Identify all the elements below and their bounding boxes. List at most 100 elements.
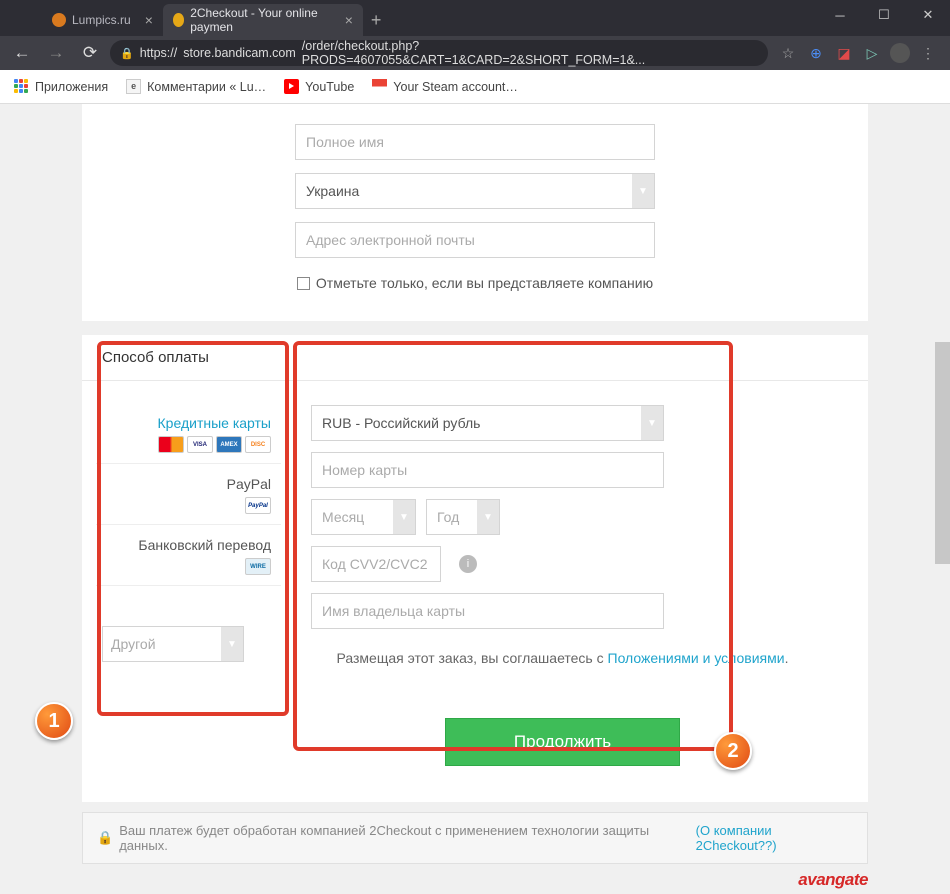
card-brand-icons: VISA AMEX DISC [106,436,271,453]
placeholder-text: Номер карты [322,462,407,478]
scrollbar-thumb[interactable] [935,342,950,564]
close-icon[interactable]: × [145,12,153,28]
tab-lumpics[interactable]: Lumpics.ru × [42,4,163,36]
tab-2checkout[interactable]: 2Checkout - Your online paymen × [163,4,363,36]
url-path: /order/checkout.php?PRODS=4607055&CART=1… [302,39,758,67]
bookmark-label: Комментарии « Lu… [147,80,266,94]
tab-title: Lumpics.ru [72,13,131,27]
scrollbar[interactable] [935,104,950,894]
placeholder-text: Имя владельца карты [322,603,465,619]
footer-notice: 🔒 Ваш платеж будет обработан компанией 2… [82,812,868,864]
fullname-input[interactable]: Полное имя [295,124,655,160]
chevron-down-icon: ▼ [393,500,415,534]
bookmark-steam[interactable]: Your Steam account… [372,79,518,94]
method-label: Кредитные карты [106,415,271,431]
method-paypal[interactable]: PayPal PayPal [96,464,281,525]
new-tab-button[interactable]: + [371,4,382,36]
card-number-input[interactable]: Номер карты [311,452,664,488]
currency-select[interactable]: RUB - Российский рубль ▼ [311,405,664,441]
placeholder-text: Год [437,509,459,525]
placeholder-text: Код CVV2/CVC2 [322,556,428,572]
company-checkbox-row[interactable]: Отметьте только, если вы представляете к… [297,275,653,291]
bookmark-youtube[interactable]: YouTube [284,79,354,94]
url-host: store.bandicam.com [183,46,296,60]
bookmark-comments[interactable]: e Комментарии « Lu… [126,79,266,94]
placeholder-text: Месяц [322,509,364,525]
placeholder-text: Адрес электронной почты [306,232,475,248]
window-controls: ─ ☐ ✕ [818,0,950,30]
adblock-icon[interactable]: ◪ [834,43,854,63]
payment-methods-list: Кредитные карты VISA AMEX DISC PayPal Pa… [96,395,281,786]
cardholder-input[interactable]: Имя владельца карты [311,593,664,629]
brand-logo: avangate [20,864,930,894]
expiry-month-select[interactable]: Месяц ▼ [311,499,416,535]
extension-icon[interactable]: ⊕ [806,43,826,63]
visa-icon: VISA [187,436,213,453]
payment-block: Способ оплаты Кредитные карты VISA AMEX … [82,335,868,802]
method-wire[interactable]: Банковский перевод WIRE [96,525,281,586]
cvv-input[interactable]: Код CVV2/CVC2 [311,546,441,582]
footer-text: Ваш платеж будет обработан компанией 2Ch… [119,823,689,853]
payment-body: Кредитные карты VISA AMEX DISC PayPal Pa… [82,381,868,800]
bookmark-label: YouTube [305,80,354,94]
paypal-icon: PayPal [245,497,271,514]
site-icon: e [126,79,141,94]
select-value: Украина [306,183,359,199]
minimize-button[interactable]: ─ [818,0,862,30]
payment-section-title: Способ оплаты [82,335,868,381]
reload-button[interactable]: ⟳ [76,43,104,63]
tab-strip: Lumpics.ru × 2Checkout - Your online pay… [0,0,950,36]
back-button[interactable]: ← [8,43,36,63]
about-link[interactable]: (О компании 2Checkout??) [696,823,853,853]
discover-icon: DISC [245,436,271,453]
maximize-button[interactable]: ☐ [862,0,906,30]
forward-button: → [42,43,70,63]
email-input[interactable]: Адрес электронной почты [295,222,655,258]
button-label: Продолжить [514,732,611,752]
bookmark-label: Приложения [35,80,108,94]
gmail-icon [372,79,387,94]
wire-icon: WIRE [245,558,271,575]
chevron-down-icon: ▼ [632,174,654,208]
terms-link[interactable]: Положениями и условиями [608,650,785,666]
url-prefix: https:// [140,46,178,60]
youtube-icon [284,79,299,94]
amex-icon: AMEX [216,436,242,453]
profile-avatar[interactable] [890,43,910,63]
bookmarks-bar: Приложения e Комментарии « Lu… YouTube Y… [0,70,950,104]
placeholder-text: Полное имя [306,134,384,150]
chevron-down-icon: ▼ [641,406,663,440]
checkbox-icon[interactable] [297,277,310,290]
annotation-badge-1: 1 [35,702,73,740]
lock-icon: 🔒 [97,830,113,846]
page-viewport: Полное имя Украина ▼ Адрес электронной п… [0,104,950,894]
agreement-text: Размещая этот заказ, вы соглашаетесь с П… [311,648,814,669]
method-credit-cards[interactable]: Кредитные карты VISA AMEX DISC [96,403,281,464]
apps-shortcut[interactable]: Приложения [14,79,108,94]
billing-block: Полное имя Украина ▼ Адрес электронной п… [82,104,868,321]
page-content: Полное имя Украина ▼ Адрес электронной п… [0,104,950,894]
method-other: Другой ▼ [96,626,281,662]
cast-icon[interactable]: ▷ [862,43,882,63]
billing-form: Полное имя Украина ▼ Адрес электронной п… [82,104,868,301]
continue-button[interactable]: Продолжить [445,718,680,766]
close-icon[interactable]: × [345,12,353,28]
chevron-down-icon: ▼ [477,500,499,534]
info-icon[interactable]: i [459,555,477,573]
address-bar: ← → ⟳ 🔒 https://store.bandicam.com/order… [0,36,950,70]
chevron-down-icon: ▼ [221,627,243,661]
other-select[interactable]: Другой ▼ [102,626,244,662]
browser-chrome: Lumpics.ru × 2Checkout - Your online pay… [0,0,950,70]
star-icon[interactable]: ☆ [778,43,798,63]
bookmark-label: Your Steam account… [393,80,518,94]
select-value: Другой [111,636,156,652]
expiry-year-select[interactable]: Год ▼ [426,499,500,535]
close-window-button[interactable]: ✕ [906,0,950,30]
menu-icon[interactable]: ⋮ [918,43,938,63]
checkbox-label: Отметьте только, если вы представляете к… [316,275,653,291]
select-value: RUB - Российский рубль [322,415,480,431]
apps-icon [14,79,29,94]
url-input[interactable]: 🔒 https://store.bandicam.com/order/check… [110,40,768,66]
country-select[interactable]: Украина ▼ [295,173,655,209]
mastercard-icon [158,436,184,453]
